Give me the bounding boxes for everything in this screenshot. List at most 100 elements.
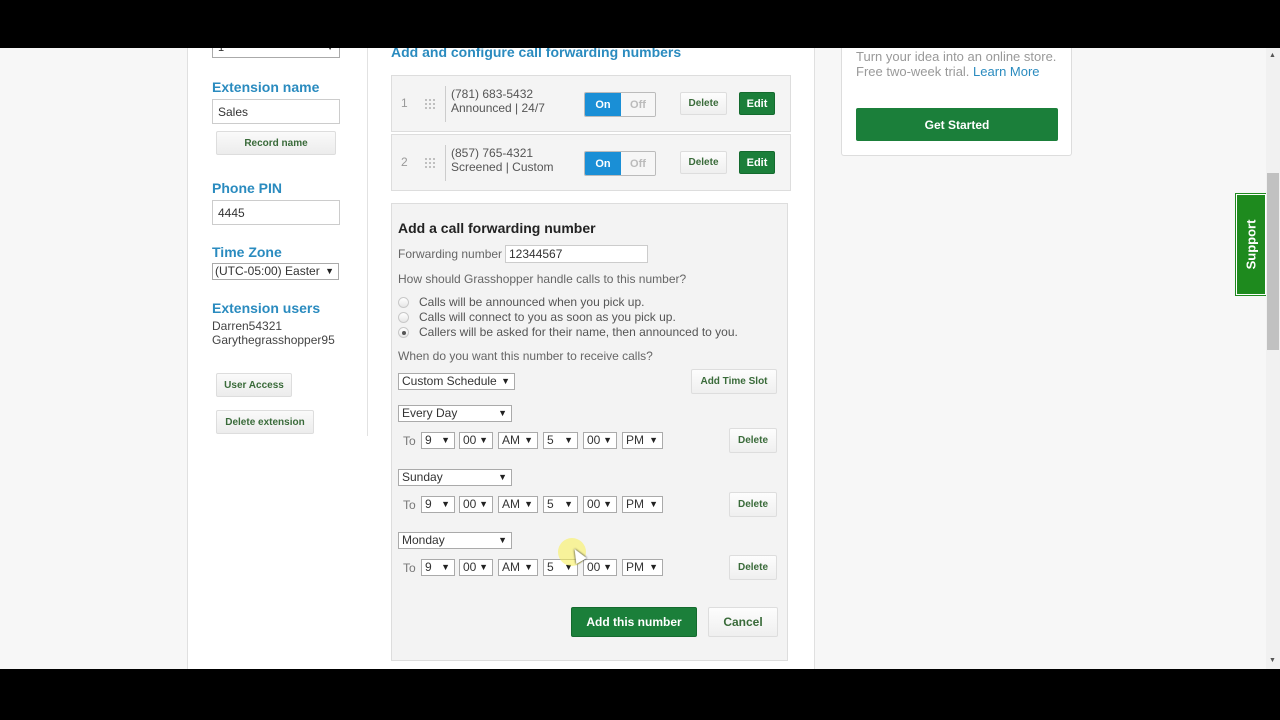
forwarding-number-row: 1 (781) 683-5432 Announced | 24/7 On Off… — [391, 75, 791, 132]
end-minute-select[interactable]: 00 ▼ — [583, 559, 617, 576]
day-value: Every Day — [402, 406, 458, 420]
edit-button[interactable]: Edit — [739, 151, 775, 174]
record-name-button[interactable]: Record name — [216, 131, 336, 155]
start-hour-value: 9 — [425, 433, 432, 447]
support-tab[interactable]: Support — [1235, 193, 1267, 296]
get-started-button[interactable]: Get Started — [856, 108, 1058, 141]
end-minute-select[interactable]: 00 ▼ — [583, 432, 617, 449]
cancel-button[interactable]: Cancel — [708, 607, 778, 637]
delete-button[interactable]: Delete — [680, 92, 727, 115]
delete-time-slot-button[interactable]: Delete — [729, 492, 777, 517]
start-minute-select[interactable]: 00 ▼ — [459, 559, 493, 576]
add-time-slot-button[interactable]: Add Time Slot — [691, 369, 777, 394]
end-hour-select[interactable]: 5 ▼ — [543, 496, 578, 513]
toggle-off[interactable]: Off — [621, 152, 655, 175]
chevron-down-icon: ▼ — [524, 499, 533, 509]
delete-button[interactable]: Delete — [680, 151, 727, 174]
handle-option[interactable]: Calls will connect to you as soon as you… — [398, 310, 676, 324]
delete-extension-button[interactable]: Delete extension — [216, 410, 314, 434]
day-select[interactable]: Sunday ▼ — [398, 469, 512, 486]
letterbox-top — [0, 0, 1280, 48]
day-select[interactable]: Every Day ▼ — [398, 405, 512, 422]
chevron-down-icon: ▼ — [501, 376, 510, 386]
end-ampm-select[interactable]: PM ▼ — [622, 559, 663, 576]
drag-handle-icon[interactable] — [424, 98, 436, 110]
forwarding-number-info: (781) 683-5432 Announced | 24/7 — [451, 87, 545, 115]
on-off-toggle[interactable]: On Off — [584, 92, 656, 117]
phone-pin-input[interactable] — [212, 200, 340, 225]
start-minute-value: 00 — [463, 560, 477, 574]
toggle-on[interactable]: On — [585, 93, 621, 116]
start-ampm-select[interactable]: AM ▼ — [498, 432, 538, 449]
extension-number-value: 1 — [218, 48, 225, 54]
time-zone-select[interactable]: (UTC-05:00) Easter ▼ — [212, 263, 339, 280]
start-ampm-select[interactable]: AM ▼ — [498, 559, 538, 576]
end-minute-value: 00 — [587, 433, 601, 447]
scroll-up-arrow-icon[interactable]: ▲ — [1269, 52, 1276, 59]
scroll-down-arrow-icon[interactable]: ▼ — [1269, 657, 1276, 664]
end-ampm-select[interactable]: PM ▼ — [622, 432, 663, 449]
chevron-down-icon: ▼ — [603, 499, 612, 509]
day-select[interactable]: Monday ▼ — [398, 532, 512, 549]
extension-user: Garythegrasshopper95 — [212, 333, 335, 347]
user-access-button[interactable]: User Access — [216, 373, 292, 397]
row-index: 2 — [401, 155, 408, 169]
scrollbar-thumb[interactable] — [1267, 173, 1279, 350]
extension-name-input[interactable] — [212, 99, 340, 124]
learn-more-link[interactable]: Learn More — [973, 64, 1039, 79]
radio-button[interactable] — [398, 296, 409, 308]
schedule-select[interactable]: Custom Schedule ▼ — [398, 373, 515, 390]
end-hour-select[interactable]: 5 ▼ — [543, 432, 578, 449]
page-scrollbar[interactable]: ▲ ▼ — [1266, 48, 1280, 669]
extension-sidebar: 1 ▼ Extension name Record name Phone PIN… — [188, 48, 368, 436]
divider — [445, 86, 446, 122]
page-content: 1 ▼ Extension name Record name Phone PIN… — [187, 48, 815, 669]
chevron-down-icon: ▼ — [498, 535, 507, 545]
start-hour-select[interactable]: 9 ▼ — [421, 496, 455, 513]
toggle-on[interactable]: On — [585, 152, 621, 175]
chevron-down-icon: ▼ — [441, 562, 450, 572]
delete-time-slot-button[interactable]: Delete — [729, 428, 777, 453]
browser-viewport: 1 ▼ Extension name Record name Phone PIN… — [0, 48, 1280, 669]
handle-option[interactable]: Callers will be asked for their name, th… — [398, 325, 738, 339]
chevron-down-icon: ▼ — [326, 48, 334, 52]
chevron-down-icon: ▼ — [564, 435, 573, 445]
on-off-toggle[interactable]: On Off — [584, 151, 656, 176]
panel-title: Add a call forwarding number — [398, 220, 596, 236]
delete-time-slot-button[interactable]: Delete — [729, 555, 777, 580]
toggle-off[interactable]: Off — [621, 93, 655, 116]
chevron-down-icon: ▼ — [649, 435, 658, 445]
start-ampm-value: AM — [502, 497, 520, 511]
add-this-number-button[interactable]: Add this number — [571, 607, 697, 637]
start-hour-select[interactable]: 9 ▼ — [421, 559, 455, 576]
end-minute-value: 00 — [587, 560, 601, 574]
section-title: Add and configure call forwarding number… — [391, 48, 682, 60]
start-hour-value: 9 — [425, 560, 432, 574]
handle-option[interactable]: Calls will be announced when you pick up… — [398, 295, 644, 309]
handle-question: How should Grasshopper handle calls to t… — [398, 272, 687, 286]
start-minute-select[interactable]: 00 ▼ — [459, 496, 493, 513]
start-minute-select[interactable]: 00 ▼ — [459, 432, 493, 449]
chevron-down-icon: ▼ — [524, 562, 533, 572]
end-ampm-value: PM — [626, 560, 644, 574]
promo-card: Turn your idea into an online store. Fre… — [841, 48, 1072, 156]
end-minute-select[interactable]: 00 ▼ — [583, 496, 617, 513]
start-hour-select[interactable]: 9 ▼ — [421, 432, 455, 449]
chevron-down-icon: ▼ — [479, 499, 488, 509]
radio-label: Calls will be announced when you pick up… — [419, 295, 645, 309]
drag-handle-icon[interactable] — [424, 157, 436, 169]
start-ampm-select[interactable]: AM ▼ — [498, 496, 538, 513]
when-question: When do you want this number to receive … — [398, 349, 653, 363]
extension-user: Darren54321 — [212, 319, 283, 333]
forwarding-number-input[interactable] — [505, 245, 648, 263]
start-minute-value: 00 — [463, 433, 477, 447]
edit-button[interactable]: Edit — [739, 92, 775, 115]
start-ampm-value: AM — [502, 433, 520, 447]
day-value: Sunday — [402, 470, 443, 484]
row-index: 1 — [401, 96, 408, 110]
end-ampm-select[interactable]: PM ▼ — [622, 496, 663, 513]
extension-number-select[interactable]: 1 ▼ — [212, 48, 340, 58]
radio-button-selected[interactable] — [398, 326, 409, 338]
phone-number: (781) 683-5432 — [451, 87, 534, 101]
radio-button[interactable] — [398, 311, 409, 323]
